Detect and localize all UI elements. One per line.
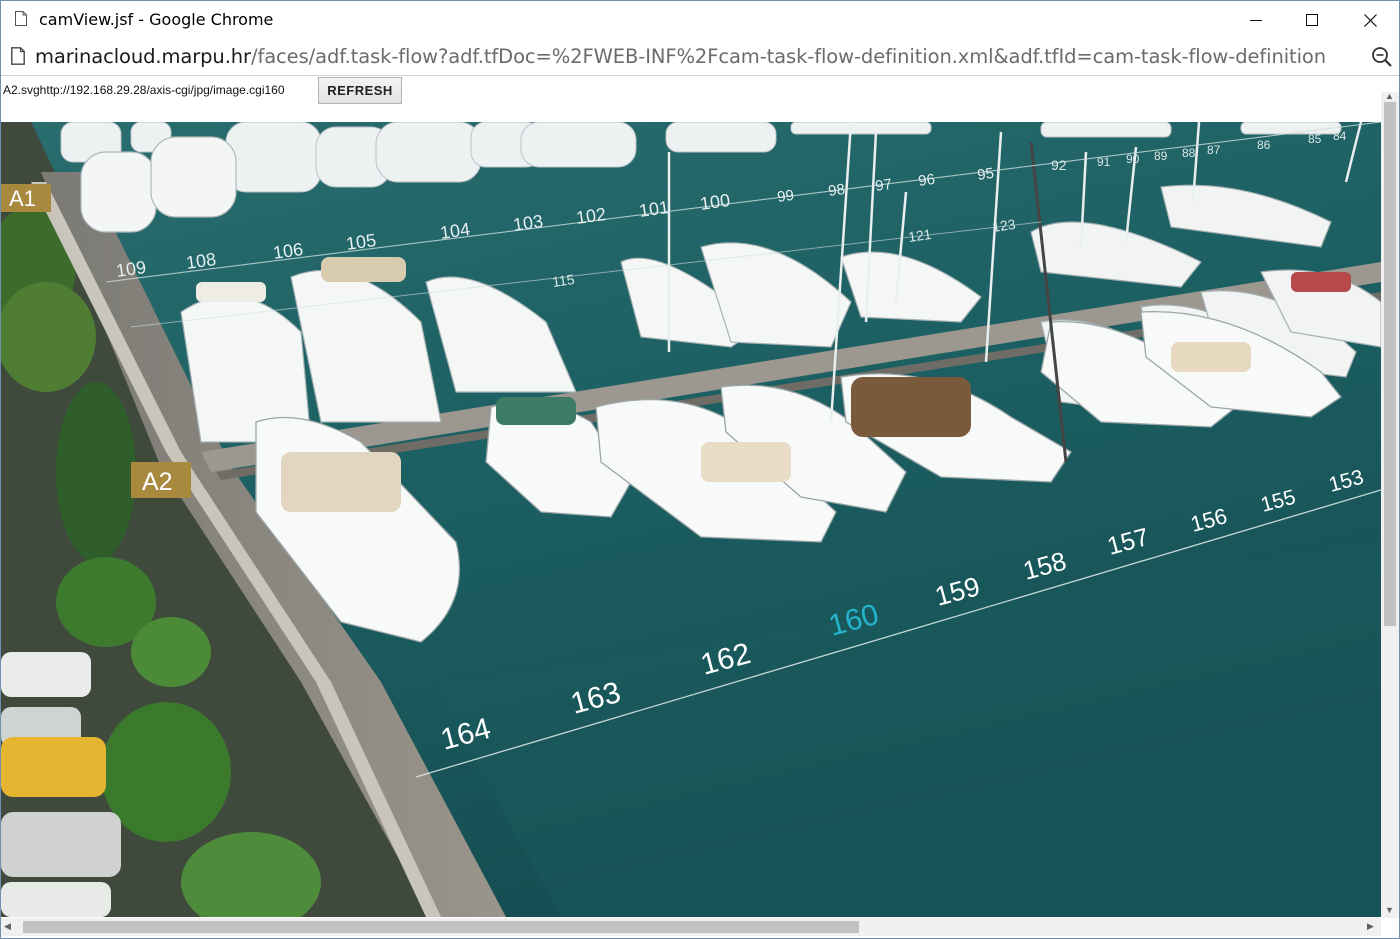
minimize-icon <box>1250 20 1262 21</box>
zoom-icon[interactable] <box>1371 46 1393 68</box>
car <box>1 812 121 877</box>
horizontal-scroll-thumb[interactable] <box>23 921 859 933</box>
bimini-top <box>321 257 406 282</box>
berth-84[interactable]: 84 <box>1333 129 1347 143</box>
marina-camera-image: A1 A2 164 163 162 160 159 158 157 156 15… <box>1 122 1381 917</box>
boat-canopy-green <box>496 397 576 425</box>
car <box>1 652 91 697</box>
car <box>1 737 106 797</box>
title-bar: camView.jsf - Google Chrome <box>1 1 1399 39</box>
berth-104[interactable]: 104 <box>439 219 472 243</box>
berth-87[interactable]: 87 <box>1207 143 1221 157</box>
berth-89[interactable]: 89 <box>1154 149 1168 163</box>
berth-99[interactable]: 99 <box>776 187 795 206</box>
berth-103[interactable]: 103 <box>512 211 545 235</box>
berth-96[interactable]: 96 <box>917 171 936 190</box>
boat-cover <box>701 442 791 482</box>
zone-label-a1: A1 <box>9 186 36 211</box>
boat-cover <box>281 452 401 512</box>
berth-106[interactable]: 106 <box>272 239 305 263</box>
window-title: camView.jsf - Google Chrome <box>39 10 274 29</box>
berth-100[interactable]: 100 <box>699 190 732 214</box>
berth-95[interactable]: 95 <box>976 165 995 184</box>
scroll-down-icon[interactable]: ▼ <box>1385 906 1394 915</box>
berth-108[interactable]: 108 <box>185 249 218 273</box>
horizontal-scrollbar[interactable]: ◀ ▶ <box>1 918 1381 936</box>
zone-badge-a2[interactable]: A2 <box>131 462 191 498</box>
minimize-button[interactable] <box>1227 1 1285 39</box>
berth-123[interactable]: 123 <box>991 216 1017 235</box>
maximize-button[interactable] <box>1283 1 1341 39</box>
document-icon <box>15 11 27 26</box>
berth-92[interactable]: 92 <box>1051 157 1067 173</box>
berth-91[interactable]: 91 <box>1097 155 1111 169</box>
boat-cover <box>1171 342 1251 372</box>
berth-85[interactable]: 85 <box>1308 132 1322 146</box>
zone-badge-a1[interactable]: A1 <box>1 184 51 212</box>
scroll-left-icon[interactable]: ◀ <box>4 922 11 931</box>
maximize-icon <box>1306 14 1318 26</box>
berth-97[interactable]: 97 <box>874 176 893 195</box>
close-icon <box>1363 13 1377 27</box>
tree <box>131 617 211 687</box>
page-content: A2.svghttp://192.168.29.28/axis-cgi/jpg/… <box>1 76 1399 938</box>
berth-121[interactable]: 121 <box>907 226 933 245</box>
url-text[interactable]: marinacloud.marpu.hr/faces/adf.task-flow… <box>35 45 1326 68</box>
vertical-scroll-thumb[interactable] <box>1384 102 1396 626</box>
wooden-boat-deck <box>851 377 971 437</box>
camera-view[interactable]: A1 A2 164 163 162 160 159 158 157 156 15… <box>1 122 1381 917</box>
close-button[interactable] <box>1341 1 1399 39</box>
browser-window: camView.jsf - Google Chrome marinacloud.… <box>0 0 1400 939</box>
berth-105[interactable]: 105 <box>345 230 378 254</box>
berth-90[interactable]: 90 <box>1126 152 1140 166</box>
page-info-icon[interactable] <box>11 47 25 65</box>
berth-101[interactable]: 101 <box>638 197 671 221</box>
url-path: /faces/adf.task-flow?adf.tfDoc=%2FWEB-IN… <box>250 45 1326 68</box>
boat-cover-red <box>1291 272 1351 292</box>
scroll-up-icon[interactable]: ▲ <box>1385 92 1394 101</box>
address-bar[interactable]: marinacloud.marpu.hr/faces/adf.task-flow… <box>1 39 1399 76</box>
vertical-scrollbar[interactable]: ▲ ▼ <box>1381 92 1399 918</box>
berth-98[interactable]: 98 <box>827 181 846 200</box>
scroll-right-icon[interactable]: ▶ <box>1367 922 1374 931</box>
berth-88[interactable]: 88 <box>1182 146 1196 160</box>
car <box>1 882 111 917</box>
refresh-button[interactable]: REFRESH <box>318 77 402 104</box>
zone-label-a2: A2 <box>142 468 173 496</box>
bimini-top <box>196 282 266 302</box>
berth-115[interactable]: 115 <box>551 271 576 290</box>
tree <box>56 382 136 562</box>
berth-102[interactable]: 102 <box>575 204 608 228</box>
url-host: marinacloud.marpu.hr <box>35 45 251 68</box>
berth-109[interactable]: 109 <box>115 257 148 281</box>
image-source-label: A2.svghttp://192.168.29.28/axis-cgi/jpg/… <box>3 83 285 97</box>
berth-86[interactable]: 86 <box>1257 138 1271 152</box>
